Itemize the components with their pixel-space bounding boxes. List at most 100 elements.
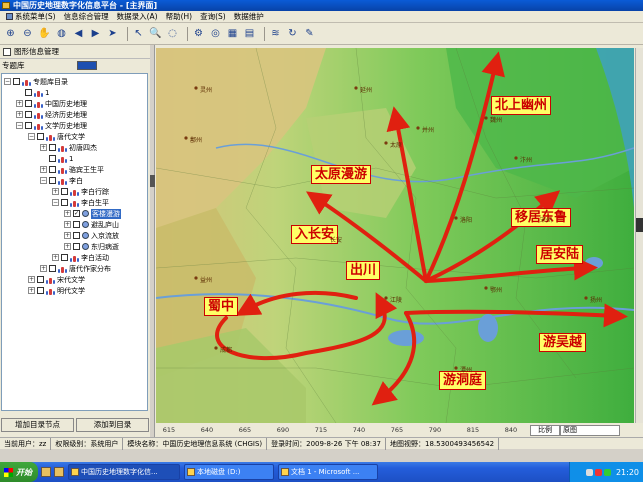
scrollbar-thumb[interactable] [636, 218, 643, 232]
add-node-button[interactable]: 增加目录节点 [1, 418, 74, 432]
tree-node[interactable]: + 中国历史地理 [2, 98, 147, 109]
expand-icon[interactable]: + [52, 188, 59, 195]
tree-checkbox[interactable]: ✓ [73, 210, 80, 217]
tree-node[interactable]: − 专题库目录 [2, 76, 147, 87]
expand-icon[interactable]: + [64, 221, 71, 228]
expand-icon[interactable]: + [16, 100, 23, 107]
collapse-icon[interactable]: − [16, 122, 23, 129]
quicklaunch-browser-icon[interactable] [54, 467, 64, 477]
collapse-icon[interactable]: − [40, 177, 47, 184]
tree-checkbox[interactable] [25, 111, 32, 118]
tree-node[interactable]: + 入京流放 [2, 230, 147, 241]
tree-node[interactable]: + 骆宾王生平 [2, 164, 147, 175]
tree-checkbox[interactable] [61, 188, 68, 195]
menu-system[interactable]: 系统菜单(S) [2, 11, 60, 23]
tree-node[interactable]: + 唐代作家分布 [2, 263, 147, 274]
volume-icon[interactable] [603, 468, 611, 476]
target-icon[interactable]: ◎ [209, 27, 222, 41]
tree-node[interactable]: + 明代文学 [2, 285, 147, 296]
zoom-out-icon[interactable]: ⊖ [21, 27, 34, 41]
collapse-icon[interactable]: − [4, 78, 11, 85]
tree-checkbox[interactable] [37, 133, 44, 140]
tree-checkbox[interactable] [61, 199, 68, 206]
menu-data-maintenance[interactable]: 数据维护 [230, 11, 268, 23]
tree-checkbox[interactable] [61, 254, 68, 261]
tree-node[interactable]: − 李白 [2, 175, 147, 186]
task-word-document[interactable]: 文档 1 - Microsoft ... [278, 464, 378, 480]
tree-node[interactable]: + 李白行踪 [2, 186, 147, 197]
tree-node[interactable]: + 李白活动 [2, 252, 147, 263]
grid-icon[interactable]: ▦ [226, 27, 239, 41]
expand-icon[interactable]: + [16, 111, 23, 118]
tree-checkbox[interactable] [73, 232, 80, 239]
globe-icon[interactable]: ◍ [55, 27, 68, 41]
topic-tree[interactable]: − 专题库目录 1 + 中国历史地理 + 经济历史地理 − 文学历史地理 − 唐代文学 + 初唐四杰 1 +… [1, 73, 148, 411]
collapse-icon[interactable]: − [28, 133, 35, 140]
tree-node[interactable]: − 唐代文学 [2, 131, 147, 142]
tree-checkbox[interactable] [37, 276, 44, 283]
add-to-catalog-button[interactable]: 添加到目录 [76, 418, 149, 432]
tree-checkbox[interactable] [49, 166, 56, 173]
start-button[interactable]: 开始 [0, 462, 38, 482]
tree-checkbox[interactable] [73, 243, 80, 250]
tree-checkbox[interactable] [25, 89, 32, 96]
lasso-icon[interactable]: ◌ [166, 27, 179, 41]
panel-splitter[interactable] [150, 45, 155, 437]
tree-checkbox[interactable] [49, 177, 56, 184]
tree-node[interactable]: − 李白生平 [2, 197, 147, 208]
expand-icon[interactable]: + [28, 276, 35, 283]
expand-icon[interactable]: + [64, 232, 71, 239]
security-icon[interactable] [594, 468, 602, 476]
splitter-grip[interactable] [150, 175, 155, 187]
expand-icon[interactable]: + [28, 287, 35, 294]
map-canvas[interactable]: 北上幽州 太原漫游 入长安 出川 蜀中 移居东鲁 居安陆 游吴越 游洞庭 灵州鄯… [156, 48, 634, 423]
menu-query[interactable]: 查询(S) [196, 11, 230, 23]
menu-help[interactable]: 帮助(H) [162, 11, 197, 23]
pan-icon[interactable]: ✋ [38, 27, 51, 41]
measure-icon[interactable]: ⚙ [192, 27, 205, 41]
expand-icon[interactable]: + [40, 144, 47, 151]
expand-icon[interactable]: + [40, 265, 47, 272]
tree-node[interactable]: 1 [2, 153, 147, 164]
tree-checkbox[interactable] [73, 221, 80, 228]
quicklaunch-folder-icon[interactable] [41, 467, 51, 477]
network-icon[interactable] [585, 468, 593, 476]
refresh-icon[interactable]: ↻ [286, 27, 299, 41]
menu-data-entry[interactable]: 数据录入(A) [113, 11, 162, 23]
scale-dropdown[interactable]: 原图 [560, 425, 620, 436]
tree-node[interactable]: + 宋代文学 [2, 274, 147, 285]
zoom-in-icon[interactable]: ⊕ [4, 27, 17, 41]
forward-arrow-icon[interactable]: ▶ [89, 27, 102, 41]
expand-icon[interactable]: + [40, 166, 47, 173]
tree-node[interactable]: + ✓ 客楼漫游 [2, 208, 147, 219]
menu-info-management[interactable]: 信息综合管理 [60, 11, 113, 23]
tree-node[interactable]: 1 [2, 87, 147, 98]
tree-checkbox[interactable] [25, 100, 32, 107]
expand-icon[interactable]: + [64, 243, 71, 250]
query-icon[interactable]: 🔍 [149, 27, 162, 41]
back-arrow-icon[interactable]: ◀ [72, 27, 85, 41]
tree-node[interactable]: + 避乱庐山 [2, 219, 147, 230]
table-icon[interactable]: ▤ [243, 27, 256, 41]
expand-icon[interactable]: + [64, 210, 71, 217]
tree-checkbox[interactable] [49, 144, 56, 151]
tree-node[interactable]: + 初唐四杰 [2, 142, 147, 153]
edit-icon[interactable]: ✎ [303, 27, 316, 41]
task-app[interactable]: 中国历史地理数字化信... [68, 464, 180, 480]
pointer-icon[interactable]: ➤ [106, 27, 119, 41]
layers-icon[interactable]: ≋ [269, 27, 282, 41]
select-arrow-icon[interactable]: ↖ [132, 27, 145, 41]
tree-checkbox[interactable] [25, 122, 32, 129]
tree-node[interactable]: − 文学历史地理 [2, 120, 147, 131]
tree-checkbox[interactable] [49, 155, 56, 162]
tree-checkbox[interactable] [49, 265, 56, 272]
tree-node[interactable]: + 东归病逝 [2, 241, 147, 252]
tree-checkbox[interactable] [37, 287, 44, 294]
expand-icon[interactable]: + [52, 254, 59, 261]
tree-checkbox[interactable] [13, 78, 20, 85]
task-local-disk[interactable]: 本地磁盘 (D:) [184, 464, 274, 480]
tree-node[interactable]: + 经济历史地理 [2, 109, 147, 120]
collapse-icon[interactable]: − [52, 199, 59, 206]
library-dropdown[interactable] [77, 60, 97, 70]
map-vertical-scrollbar[interactable] [635, 48, 643, 423]
